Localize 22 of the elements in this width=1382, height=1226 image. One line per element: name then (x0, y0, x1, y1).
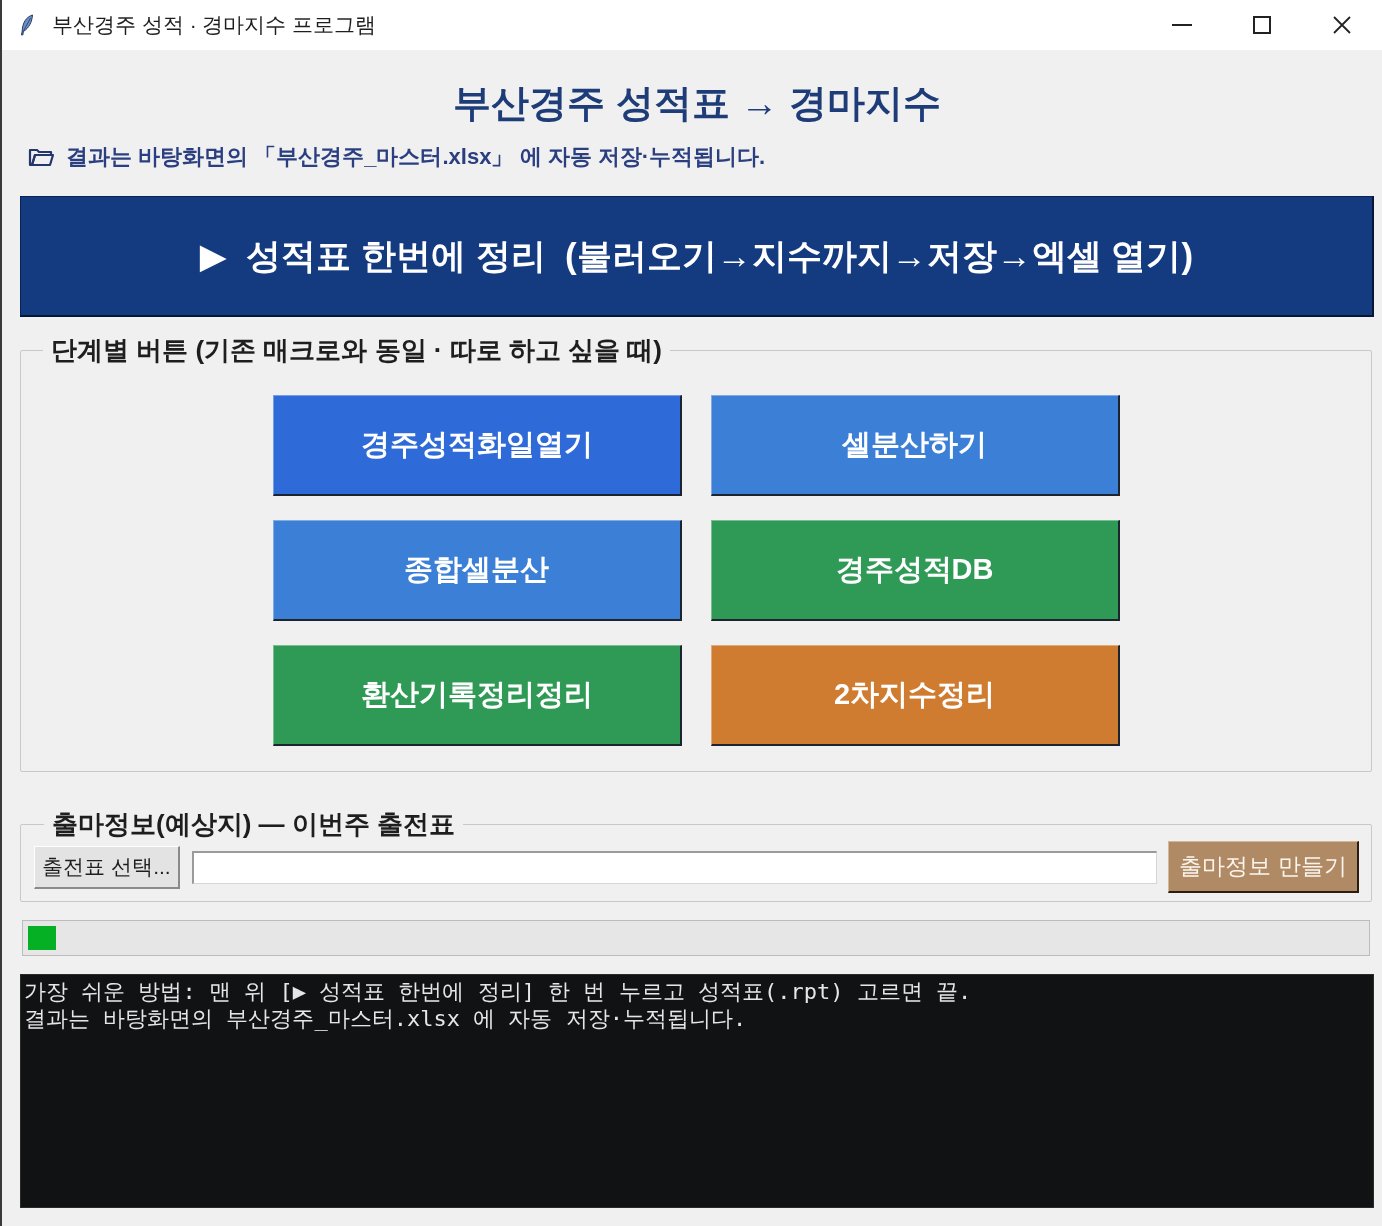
save-location-note: 결과는 바탕화면의 「부산경주_마스터.xlsx」 에 자동 저장·누적됩니다. (66, 144, 766, 170)
close-icon (1333, 16, 1351, 34)
file-path-field[interactable] (192, 850, 1157, 884)
maximize-icon (1253, 16, 1271, 34)
step-panel-title: 단계별 버튼 (기존 매크로와 동일 · 따로 하고 싶을 때) (50, 335, 663, 365)
app-heading: 부산경주 성적표 → 경마지수 (453, 81, 941, 126)
step-button[interactable]: 2차지수정리 (710, 645, 1120, 746)
step-button[interactable]: 경주성적화일열기 (272, 395, 682, 496)
step-button[interactable]: 환산기록정리정리 (272, 645, 682, 746)
window-title: 부산경주 성적 · 경마지수 프로그램 (52, 12, 377, 38)
step-button[interactable]: 종합셀분산 (272, 520, 682, 621)
folder-icon (28, 147, 54, 167)
step-button[interactable]: 셀분산하기 (710, 395, 1120, 496)
log-line: 결과는 바탕화면의 부산경주_마스터.xlsx 에 자동 저장·누적됩니다. (24, 1005, 748, 1032)
run-all-button[interactable]: ▶ 성적표 한번에 정리 (불러오기→지수까지→저장→엑셀 열기) (20, 196, 1374, 317)
log-line: 가장 쉬운 방법: 맨 위 [▶ 성적표 한번에 정리] 한 번 누르고 성적표(.rpt) 고르면 끝. (24, 978, 973, 1005)
select-file-button[interactable]: 출전표 선택... (34, 845, 180, 889)
entry-panel-title: 출마정보(예상지) — 이번주 출전표 (51, 809, 456, 839)
minimize-icon (1172, 24, 1192, 26)
step-button[interactable]: 경주성적DB (710, 520, 1120, 621)
feather-icon (20, 14, 34, 36)
make-entry-info-button[interactable]: 출마정보 만들기 (1168, 841, 1359, 893)
